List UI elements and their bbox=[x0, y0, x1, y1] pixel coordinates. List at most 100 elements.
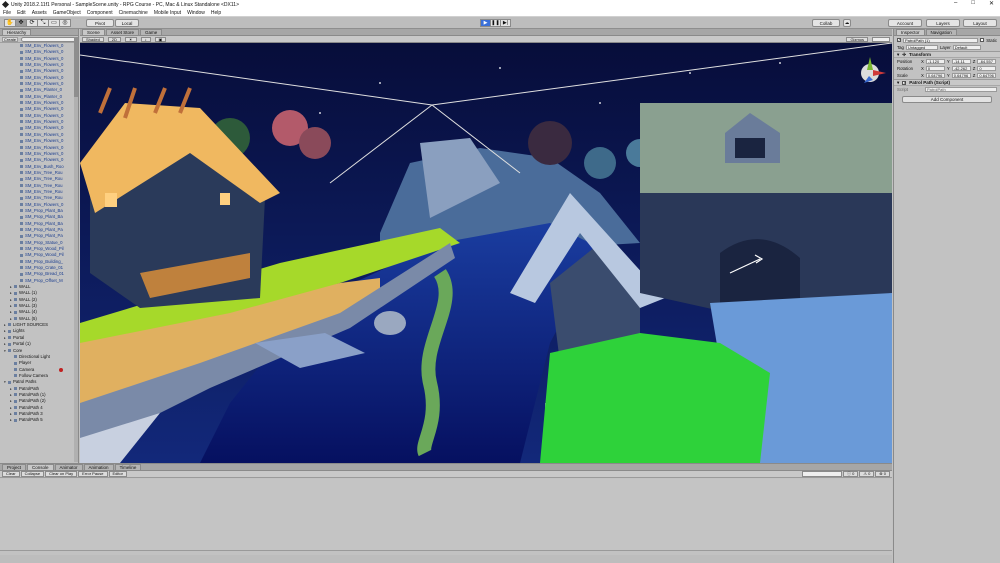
collab-dropdown[interactable]: Collab bbox=[812, 19, 840, 27]
hierarchy-row-label: SM_Env_Flowers_0 bbox=[25, 106, 64, 112]
transform-component-header[interactable]: ▾ ✣ Transform bbox=[894, 51, 1000, 58]
tab-animator[interactable]: Animator bbox=[54, 464, 83, 470]
foldout-arrow-icon[interactable]: ▾ bbox=[897, 80, 899, 86]
rotation-x-field[interactable]: 0 bbox=[925, 66, 945, 71]
gameobject-icon bbox=[20, 82, 23, 86]
gameobject-icon bbox=[20, 177, 23, 181]
layers-dropdown[interactable]: Layers bbox=[926, 19, 960, 27]
hierarchy-row[interactable]: ▸ PatrolPath 5 bbox=[0, 417, 78, 423]
local-toggle[interactable]: Local bbox=[115, 19, 139, 27]
tab-animation[interactable]: Animation bbox=[83, 464, 114, 470]
gameobject-icon bbox=[14, 399, 17, 403]
pivot-toggle[interactable]: Pivot bbox=[86, 19, 114, 27]
layout-dropdown[interactable]: Layout bbox=[963, 19, 997, 27]
tag-dropdown[interactable]: Untagged bbox=[905, 45, 938, 50]
menu-item-cinemachine[interactable]: Cinemachine bbox=[119, 10, 148, 16]
axis-x-label: X bbox=[921, 59, 924, 64]
hierarchy-row-label: SM_Env_Flowers_0 bbox=[25, 150, 64, 156]
tab-asset-store[interactable]: Asset Store bbox=[105, 29, 140, 35]
scale-y-field[interactable]: 0.64796 bbox=[951, 73, 971, 78]
gameobject-icon bbox=[14, 418, 17, 422]
warning-count-toggle[interactable]: ⚠ 0 bbox=[859, 471, 875, 477]
menu-item-assets[interactable]: Assets bbox=[32, 10, 47, 16]
position-z-field[interactable]: -64.557 bbox=[977, 59, 997, 64]
hierarchy-row-label: SM_Env_Flowers_0 bbox=[25, 201, 64, 207]
hierarchy-scroll-thumb[interactable] bbox=[74, 37, 78, 97]
menu-item-window[interactable]: Window bbox=[187, 10, 205, 16]
gameobject-icon bbox=[20, 241, 23, 245]
rotation-y-field[interactable]: -42.262 bbox=[951, 66, 971, 71]
position-y-field[interactable]: -14.11 bbox=[951, 59, 971, 64]
console-collapse-button[interactable]: Collapse bbox=[20, 471, 45, 477]
hierarchy-tabs: Hierarchy bbox=[0, 29, 78, 36]
shading-mode-dropdown[interactable]: Shaded bbox=[82, 36, 104, 42]
lighting-toggle-icon[interactable]: ☀ bbox=[124, 36, 137, 42]
hierarchy-search-input[interactable] bbox=[21, 36, 76, 42]
close-icon[interactable]: ✕ bbox=[989, 0, 994, 7]
menu-item-file[interactable]: File bbox=[3, 10, 11, 16]
static-checkbox[interactable] bbox=[980, 38, 985, 42]
hierarchy-row-label: SM_Env_Tree_Rou bbox=[25, 176, 63, 182]
position-x-field[interactable]: -1.120 bbox=[925, 59, 945, 64]
maximize-icon[interactable]: □ bbox=[971, 0, 975, 7]
layer-label: Layer bbox=[939, 45, 951, 50]
minimize-icon[interactable]: – bbox=[954, 0, 957, 7]
scene-search-input[interactable] bbox=[872, 36, 890, 42]
inspector-panel: Inspector Navigation ✓ PatrolPath (1) Sta… bbox=[893, 29, 1000, 563]
gameobject-icon bbox=[20, 50, 23, 54]
menu-item-help[interactable]: Help bbox=[211, 10, 221, 16]
script-field[interactable]: PatrolPath bbox=[925, 87, 997, 92]
console-search-input[interactable] bbox=[802, 471, 842, 477]
transform-row-label: Rotation bbox=[897, 66, 914, 71]
tab-scene[interactable]: Scene bbox=[82, 29, 105, 35]
transform-row-label: Scale bbox=[897, 73, 908, 78]
menu-item-edit[interactable]: Edit bbox=[17, 10, 26, 16]
hierarchy-row-label: PatrolPath 4 bbox=[19, 404, 43, 410]
inspector-tabs: Inspector Navigation bbox=[894, 29, 1000, 36]
audio-toggle-icon[interactable]: ♪ bbox=[140, 36, 151, 42]
foldout-arrow-icon[interactable]: ▾ bbox=[897, 52, 899, 58]
component-enabled-checkbox[interactable]: ✓ bbox=[902, 80, 907, 85]
gameobject-icon bbox=[20, 209, 23, 213]
2d-toggle[interactable]: 2D bbox=[107, 36, 121, 42]
tab-console[interactable]: Console bbox=[27, 464, 54, 470]
effects-dropdown-icon[interactable]: ▣ bbox=[154, 36, 167, 42]
gameobject-icon bbox=[20, 247, 23, 251]
transform-tool-icon[interactable]: ◎ bbox=[59, 19, 71, 27]
active-checkbox[interactable]: ✓ bbox=[897, 38, 901, 42]
tab-navigation[interactable]: Navigation bbox=[925, 29, 957, 35]
hierarchy-scrollbar[interactable] bbox=[74, 37, 78, 462]
object-name-field[interactable]: PatrolPath (1) bbox=[903, 37, 979, 43]
menu-item-component[interactable]: Component bbox=[87, 10, 113, 16]
gameobject-icon bbox=[20, 183, 23, 187]
console-clear-button[interactable]: Clear bbox=[2, 471, 20, 477]
console-log-area[interactable] bbox=[0, 479, 892, 551]
create-dropdown[interactable]: Create bbox=[2, 36, 19, 42]
hierarchy-row-label: LIGHT SOURCES bbox=[13, 322, 49, 328]
menu-item-gameobject[interactable]: GameObject bbox=[53, 10, 81, 16]
error-count-toggle[interactable]: ⊗ 0 bbox=[875, 471, 890, 477]
tab-inspector[interactable]: Inspector bbox=[896, 29, 925, 35]
tab-project[interactable]: Project bbox=[2, 464, 27, 470]
console-error-pause-button[interactable]: Error Pause bbox=[78, 471, 108, 477]
add-component-button[interactable]: Add Component bbox=[902, 96, 992, 103]
cloud-icon[interactable]: ☁ bbox=[843, 19, 851, 27]
console-editor-button[interactable]: Editor bbox=[108, 471, 127, 477]
layer-dropdown[interactable]: Default bbox=[952, 45, 981, 50]
scale-z-field[interactable]: 0.64796 bbox=[977, 73, 997, 78]
step-icon[interactable]: ▶| bbox=[500, 19, 511, 27]
tab-game[interactable]: Game bbox=[140, 29, 163, 35]
console-clear-on-play-button[interactable]: Clear on Play bbox=[45, 471, 78, 477]
scene-viewport[interactable] bbox=[80, 43, 892, 463]
gizmos-dropdown[interactable]: Gizmos bbox=[846, 36, 868, 42]
menu-item-mobile-input[interactable]: Mobile Input bbox=[154, 10, 181, 16]
tab-timeline[interactable]: Timeline bbox=[114, 464, 142, 470]
info-count-toggle[interactable]: ⓘ 0 bbox=[843, 471, 859, 477]
rotation-z-field[interactable]: 0 bbox=[977, 66, 997, 71]
gizmos-label: Gizmos bbox=[850, 36, 864, 42]
window-title-bar: Unity 2018.2.11f1 Personal - SampleScene… bbox=[0, 0, 1000, 9]
tab-hierarchy[interactable]: Hierarchy bbox=[2, 29, 32, 35]
patrol-path-component-header[interactable]: ▾ ✓ Patrol Path (Script) bbox=[894, 79, 1000, 86]
account-dropdown[interactable]: Account bbox=[888, 19, 922, 27]
scale-x-field[interactable]: 0.64796 bbox=[925, 73, 945, 78]
